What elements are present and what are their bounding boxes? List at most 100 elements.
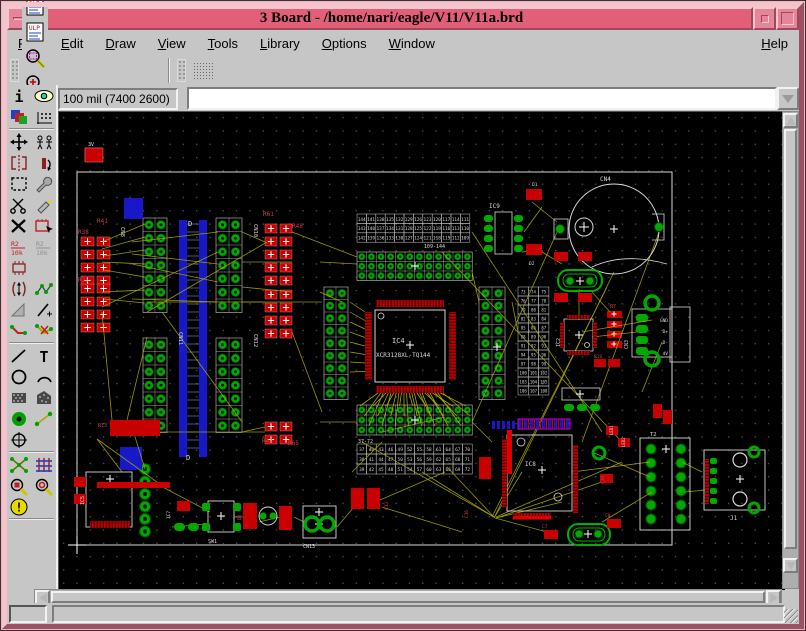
command-input[interactable] xyxy=(187,87,777,110)
display-tool[interactable] xyxy=(8,107,31,127)
move-tool[interactable] xyxy=(8,132,31,152)
pad-hole xyxy=(497,342,500,345)
pin-number: 101 xyxy=(530,370,538,375)
group-tool[interactable] xyxy=(8,174,31,194)
mirror-tool[interactable] xyxy=(8,153,31,173)
svg-text:R18: R18 xyxy=(594,354,602,360)
polygon-tool[interactable] xyxy=(32,388,55,408)
component-c18[interactable]: C18 xyxy=(600,474,613,484)
pad-hole xyxy=(428,256,430,258)
via-tool[interactable] xyxy=(8,409,31,429)
resize-grip[interactable] xyxy=(784,609,798,623)
maximize-button[interactable] xyxy=(776,7,799,30)
pad-hole xyxy=(428,275,430,277)
menu-options[interactable]: Options xyxy=(311,33,378,54)
svg-text:D2: D2 xyxy=(529,261,535,267)
menu-window[interactable]: Window xyxy=(378,33,446,54)
board-canvas-area[interactable]: 1441411381351321291261231201171141111431… xyxy=(58,111,784,589)
pin-number: 64 xyxy=(446,447,452,453)
drc-icon xyxy=(8,476,30,496)
part-r13[interactable] xyxy=(110,420,160,436)
errors-tool[interactable]: ! xyxy=(8,497,31,517)
replace-tool[interactable]: R210k xyxy=(32,237,55,257)
pinswap-tool[interactable]: R210k xyxy=(8,237,31,257)
menu-tools[interactable]: Tools xyxy=(197,33,249,54)
copy-tool[interactable] xyxy=(32,132,55,152)
pad-hole xyxy=(159,357,162,360)
auto-tool[interactable] xyxy=(32,455,55,475)
command-history-dropdown[interactable] xyxy=(777,87,799,110)
pin-number: 105 xyxy=(540,379,548,384)
pad-hole xyxy=(437,419,439,421)
pin-number: 133 xyxy=(386,236,394,242)
pad-hole xyxy=(497,354,500,357)
pin-number: 96 xyxy=(541,352,546,357)
toolbar-grip-2[interactable] xyxy=(177,59,186,82)
wire-tool[interactable] xyxy=(8,346,31,366)
toolbar-grip[interactable] xyxy=(10,59,19,82)
menu-library[interactable]: Library xyxy=(249,33,311,54)
script-button[interactable]: SCR xyxy=(22,0,48,19)
vertical-scrollbar[interactable] xyxy=(782,111,799,589)
scroll-down-button[interactable] xyxy=(783,558,798,573)
menu-view[interactable]: View xyxy=(147,33,197,54)
pad-hole xyxy=(234,250,237,253)
ulp-button[interactable]: ULP xyxy=(22,19,48,45)
cut-tool[interactable] xyxy=(8,195,31,215)
pad-hole xyxy=(380,265,382,267)
pin-number: 65 xyxy=(446,457,452,463)
miter-tool[interactable] xyxy=(32,300,55,320)
drc-tool[interactable] xyxy=(8,476,31,496)
pin-number: 140 xyxy=(367,226,375,232)
pad-hole xyxy=(234,343,237,346)
pin-number: 52 xyxy=(407,447,413,453)
horizontal-scroll-thumb[interactable] xyxy=(51,591,765,603)
paste-tool[interactable] xyxy=(32,195,55,215)
smash-tool[interactable] xyxy=(8,258,31,278)
ripup-tool[interactable] xyxy=(32,321,55,341)
arc-tool[interactable] xyxy=(32,367,55,387)
info-tool[interactable]: i xyxy=(8,86,31,106)
pad-hole xyxy=(159,397,162,400)
pin-number: 115 xyxy=(442,236,450,242)
signal-tool[interactable] xyxy=(32,409,55,429)
vertical-scroll-thumb[interactable] xyxy=(784,129,797,549)
split-tool[interactable] xyxy=(8,279,31,299)
route-tool[interactable] xyxy=(8,321,31,341)
pin-number: 45 xyxy=(378,467,384,473)
ratsnest-tool[interactable] xyxy=(8,455,31,475)
board-canvas[interactable]: 1441411381351321291261231201171141111431… xyxy=(59,112,785,590)
component-r7[interactable]: R7 xyxy=(610,304,616,310)
pad-hole xyxy=(361,265,363,267)
erc-tool[interactable] xyxy=(32,476,55,496)
rotate-tool[interactable] xyxy=(32,153,55,173)
add-tool[interactable] xyxy=(32,216,55,236)
delete-tool[interactable] xyxy=(8,216,31,236)
pin-number: 124 xyxy=(414,236,422,242)
script-icon: SCR xyxy=(23,0,47,18)
iconify-button[interactable] xyxy=(753,7,776,30)
pad-hole xyxy=(159,411,162,414)
menu-edit[interactable]: Edit xyxy=(50,33,94,54)
grid-tool[interactable] xyxy=(32,107,55,127)
menu-draw[interactable]: Draw xyxy=(94,33,146,54)
pad-hole xyxy=(399,419,401,421)
chevron-down-icon xyxy=(782,95,794,103)
angle-tool[interactable] xyxy=(8,300,31,320)
text-tool[interactable]: T xyxy=(32,346,55,366)
zoom-select-button[interactable] xyxy=(22,45,48,71)
pad-hole xyxy=(389,265,391,267)
pad-hole xyxy=(147,250,150,253)
rect-tool[interactable] xyxy=(8,388,31,408)
menu-help[interactable]: Help xyxy=(750,33,799,54)
pin-number: 120 xyxy=(433,217,441,223)
scroll-up-button[interactable] xyxy=(783,113,798,128)
circle-tool[interactable] xyxy=(8,367,31,387)
pin-number: 44 xyxy=(378,457,384,463)
pad-hole xyxy=(484,354,487,357)
hole-tool[interactable] xyxy=(8,430,31,450)
change-tool[interactable] xyxy=(32,174,55,194)
show-tool[interactable] xyxy=(32,86,55,106)
svg-text:IC2: IC2 xyxy=(556,338,562,347)
optimize-tool[interactable] xyxy=(32,279,55,299)
